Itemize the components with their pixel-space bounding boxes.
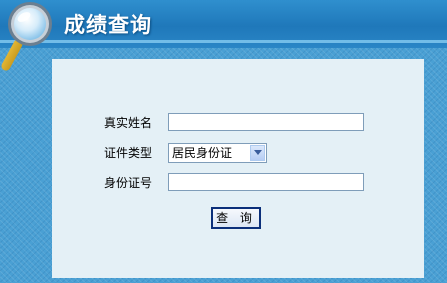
- header-stripe: [0, 40, 447, 43]
- chevron-down-icon[interactable]: [250, 145, 265, 161]
- page-title: 成绩查询: [64, 13, 152, 37]
- id-number-label: 身份证号: [104, 176, 153, 190]
- id-type-label: 证件类型: [104, 146, 153, 160]
- name-input[interactable]: [168, 113, 364, 131]
- id-number-input[interactable]: [168, 173, 364, 191]
- id-type-selected-value: 居民身份证: [172, 146, 233, 160]
- query-form-panel: 真实姓名 证件类型 居民身份证 身份证号 查 询: [52, 59, 424, 278]
- name-label: 真实姓名: [104, 116, 153, 130]
- magnifier-icon: [1, 2, 52, 71]
- id-type-select[interactable]: 居民身份证: [168, 143, 267, 163]
- query-button[interactable]: 查 询: [211, 207, 261, 229]
